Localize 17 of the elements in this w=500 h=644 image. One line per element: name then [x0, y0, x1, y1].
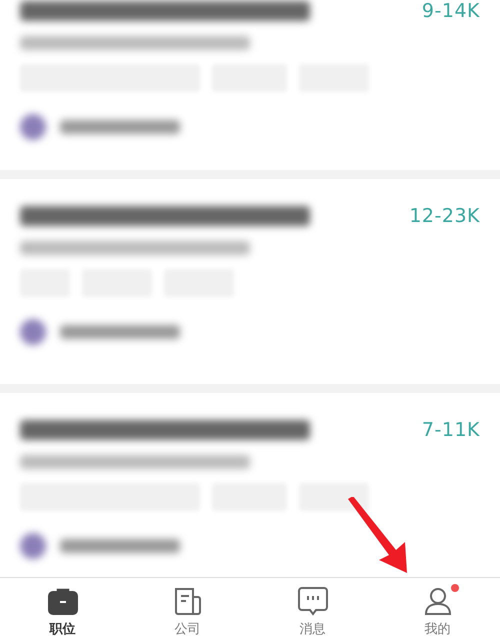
- blurred-avatar: [20, 533, 46, 559]
- salary-text: 12-23K: [409, 205, 480, 227]
- salary-text: 9-14K: [422, 0, 480, 22]
- blurred-avatar: [20, 114, 46, 140]
- salary-text: 7-11K: [422, 419, 480, 441]
- chat-icon: [296, 586, 328, 616]
- tab-item[interactable]: 我的: [375, 578, 500, 644]
- tab-item[interactable]: 消息: [250, 578, 375, 644]
- job-card[interactable]: 9-14K: [0, 0, 500, 170]
- job-card[interactable]: 12-23K: [0, 179, 500, 384]
- briefcase-icon: [46, 587, 78, 615]
- job-card[interactable]: 7-11K: [0, 393, 500, 577]
- document-icon: [172, 586, 202, 616]
- person-icon: [422, 586, 452, 616]
- tab-item[interactable]: 职位: [0, 578, 125, 644]
- blurred-avatar: [20, 319, 46, 345]
- tab-item[interactable]: 公司: [125, 578, 250, 644]
